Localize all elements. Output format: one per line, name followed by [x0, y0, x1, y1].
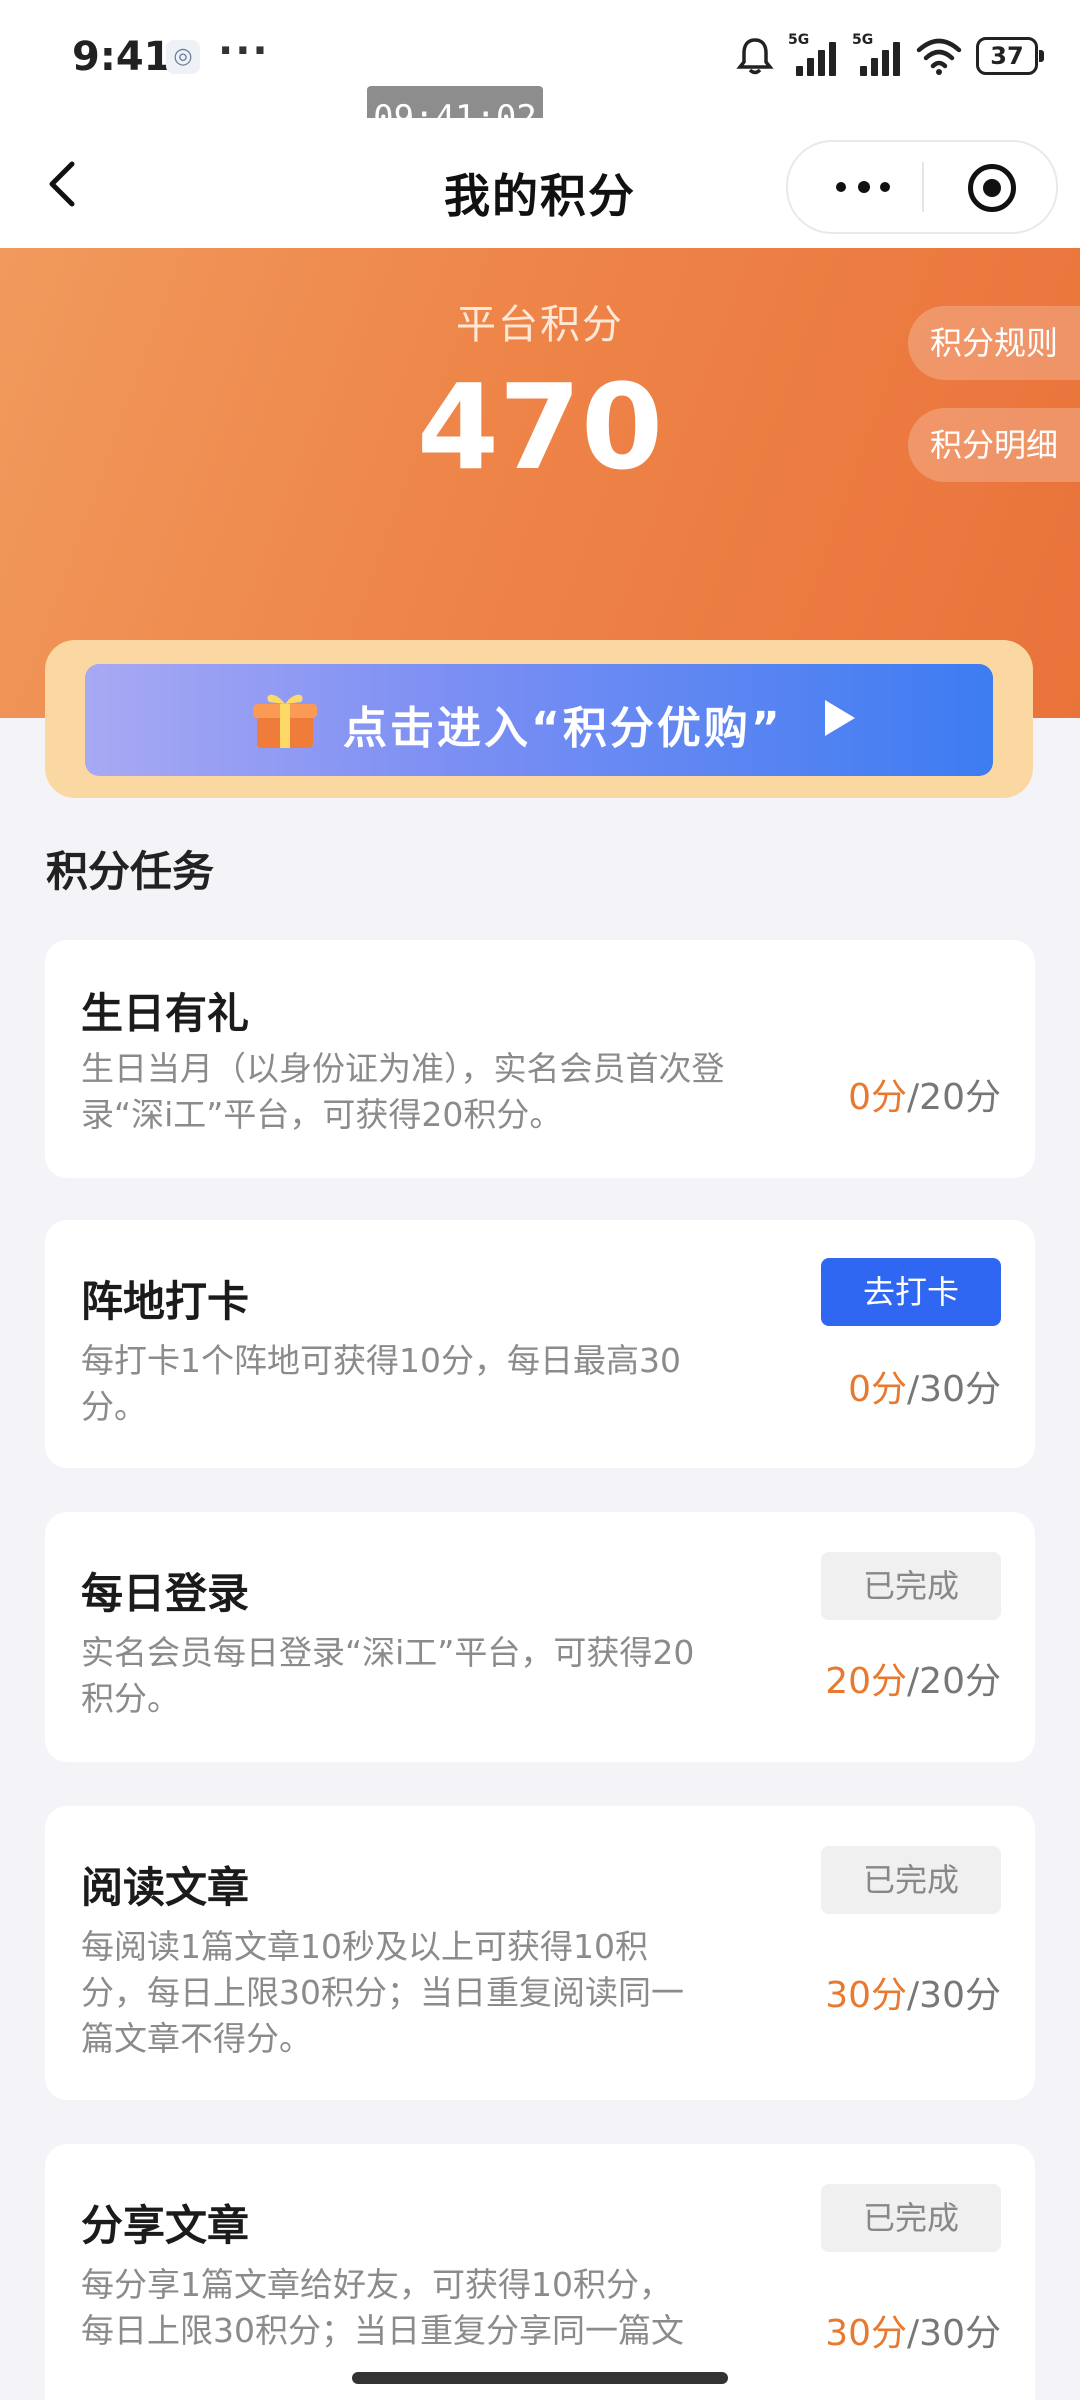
task-title: 生日有礼 [81, 989, 250, 1038]
task-score: 20分/20分 [825, 1652, 1001, 1704]
task-score-total: /30分 [907, 1369, 1001, 1410]
completed-badge: 已完成 [821, 2184, 1001, 2252]
gift-icon [253, 694, 317, 748]
network-type-label: 5G [788, 32, 810, 48]
signal-icon: 5G [852, 32, 902, 76]
task-title: 分享文章 [81, 2201, 250, 2250]
checkin-button[interactable]: 去打卡 [821, 1258, 1001, 1326]
status-time: 9:41 [72, 34, 172, 80]
task-card-daily-login: 每日登录 已完成 实名会员每日登录“深i工”平台，可获得20积分。 20分/20… [45, 1512, 1035, 1762]
points-mall-banner-frame: 点击进入“积分优购” [45, 640, 1033, 798]
completed-badge: 已完成 [821, 1846, 1001, 1914]
task-score: 0分/30分 [848, 1360, 1001, 1412]
task-title: 阅读文章 [81, 1863, 250, 1912]
task-score-total: /20分 [907, 1661, 1001, 1702]
task-description: 每阅读1篇文章10秒及以上可获得10积分，每日上限30积分；当日重复阅读同一篇文… [81, 1927, 684, 2058]
task-score: 30分/30分 [825, 1966, 1001, 2018]
status-more-indicator: ··· [218, 28, 270, 74]
task-score-earned: 20分 [825, 1661, 908, 1702]
app-notification-icon: ◎ [166, 40, 200, 74]
completed-badge: 已完成 [821, 1552, 1001, 1620]
task-description: 生日当月（以身份证为准），实名会员首次登录“深i工”平台，可获得20积分。 [81, 1049, 725, 1134]
task-score-earned: 30分 [825, 1975, 908, 2016]
task-description: 每分享1篇文章给好友，可获得10积分，每日上限30积分；当日重复分享同一篇文章 [81, 2265, 684, 2350]
more-dots-icon[interactable] [828, 168, 898, 204]
task-card-share-article: 分享文章 已完成 每分享1篇文章给好友，可获得10积分，每日上限30积分；当日重… [45, 2144, 1035, 2400]
home-indicator[interactable] [352, 2372, 728, 2384]
signal-icon: 5G [788, 32, 838, 76]
task-score-total: /30分 [907, 2313, 1001, 2354]
network-type-label: 5G [852, 32, 874, 48]
play-arrow-icon [825, 700, 855, 736]
task-score-earned: 30分 [825, 2313, 908, 2354]
task-score: 0分/20分 [848, 1068, 1001, 1120]
task-card-checkin: 阵地打卡 去打卡 每打卡1个阵地可获得10分，每日最高30分。 0分/30分 [45, 1220, 1035, 1468]
task-description: 实名会员每日登录“深i工”平台，可获得20积分。 [81, 1633, 695, 1718]
close-target-icon[interactable] [968, 164, 1016, 212]
points-detail-button[interactable]: 积分明细 [908, 408, 1080, 482]
task-score-total: /30分 [907, 1975, 1001, 2016]
task-score: 30分/30分 [825, 2304, 1001, 2356]
task-description: 每打卡1个阵地可获得10分，每日最高30分。 [81, 1341, 681, 1426]
section-title: 积分任务 [46, 847, 215, 896]
points-mall-banner-text: 点击进入“积分优购” [343, 703, 783, 754]
task-card-birthday: 生日有礼 生日当月（以身份证为准），实名会员首次登录“深i工”平台，可获得20积… [45, 940, 1035, 1178]
task-title: 每日登录 [81, 1569, 250, 1618]
miniprogram-capsule [786, 140, 1058, 234]
task-title: 阵地打卡 [81, 1277, 250, 1326]
points-mall-banner[interactable]: 点击进入“积分优购” [85, 664, 993, 776]
capsule-divider [922, 162, 924, 212]
status-icons: 5G 5G 37 [736, 32, 1044, 78]
task-score-total: /20分 [907, 1077, 1001, 1118]
task-score-earned: 0分 [848, 1077, 908, 1118]
battery-icon: 37 [976, 37, 1044, 75]
task-score-earned: 0分 [848, 1369, 908, 1410]
wifi-icon [916, 38, 962, 75]
bell-icon [736, 38, 774, 75]
nav-bar: 我的积分 [0, 118, 1080, 248]
task-card-read-article: 阅读文章 已完成 每阅读1篇文章10秒及以上可获得10积分，每日上限30积分；当… [45, 1806, 1035, 2100]
points-rules-button[interactable]: 积分规则 [908, 306, 1080, 380]
